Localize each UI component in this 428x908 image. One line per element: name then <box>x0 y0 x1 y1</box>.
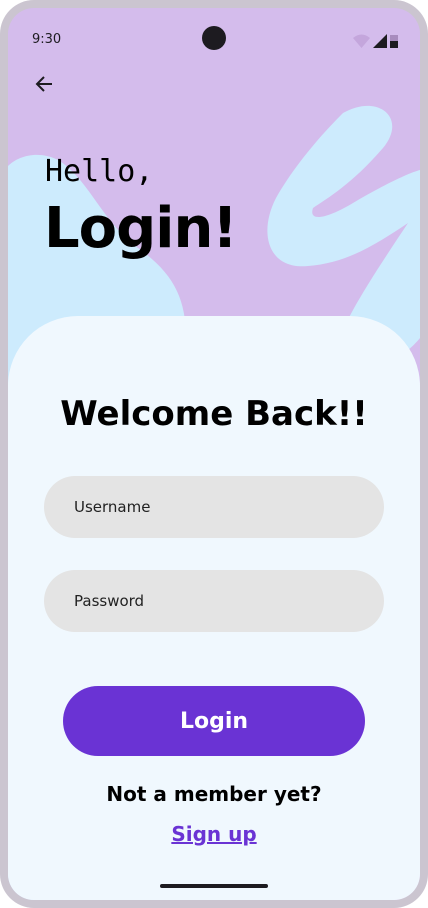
greeting-text: Hello, <box>45 154 154 189</box>
back-arrow-icon[interactable] <box>32 70 60 98</box>
screen: 9:30 Hello, Login! Welcome Back!! Login … <box>8 8 420 900</box>
battery-icon <box>390 35 398 48</box>
status-icons <box>353 34 398 48</box>
signup-link[interactable]: Sign up <box>8 822 420 846</box>
login-card: Welcome Back!! Login Not a member yet? S… <box>8 316 420 900</box>
login-button[interactable]: Login <box>63 686 365 756</box>
status-time: 9:30 <box>32 32 62 47</box>
welcome-heading: Welcome Back!! <box>60 394 368 434</box>
page-title: Login! <box>44 196 238 261</box>
signup-prompt: Not a member yet? <box>106 782 322 806</box>
camera-cutout <box>202 26 226 50</box>
home-indicator[interactable] <box>160 884 268 888</box>
signal-icon <box>373 34 387 48</box>
username-input[interactable] <box>44 476 384 538</box>
device-frame: 9:30 Hello, Login! Welcome Back!! Login … <box>0 0 428 908</box>
wifi-icon <box>353 34 370 48</box>
password-input[interactable] <box>44 570 384 632</box>
